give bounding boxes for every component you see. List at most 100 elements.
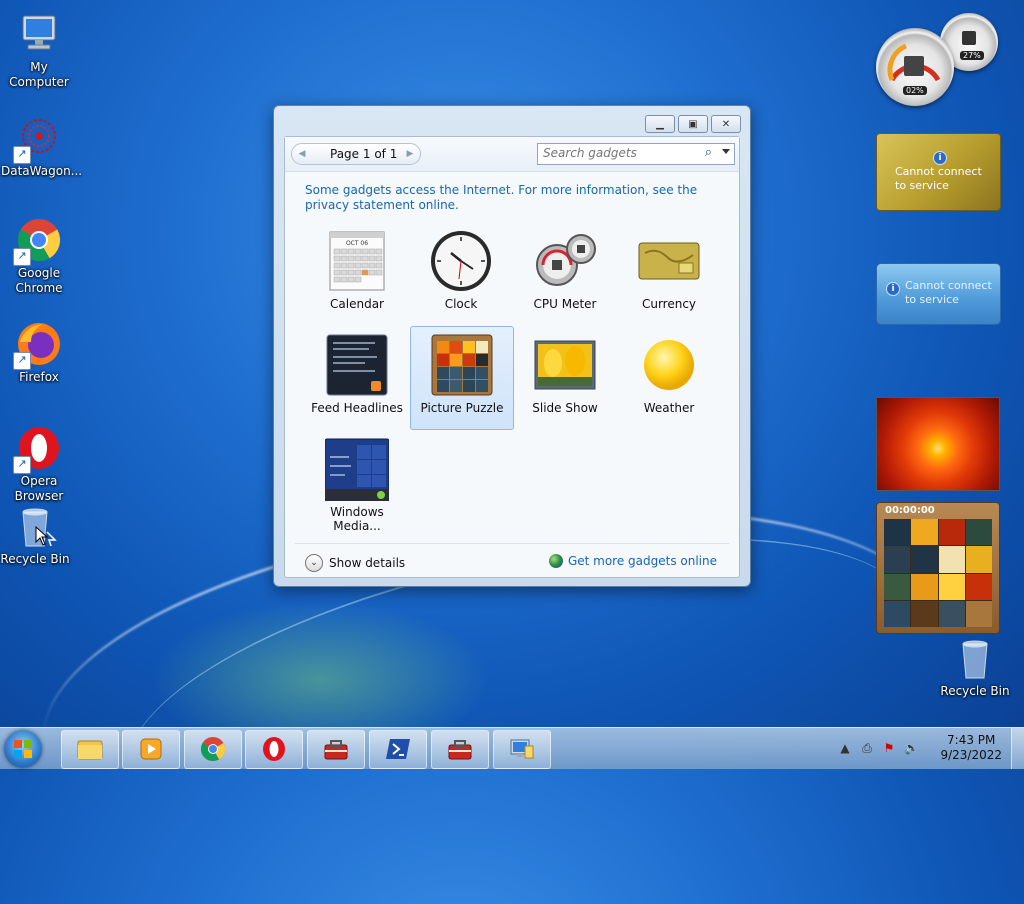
show-details-label: Show details	[329, 556, 406, 570]
weather-gadget[interactable]: i Cannot connect to service	[876, 263, 1001, 325]
gadget-name: Calendar	[330, 297, 384, 311]
remote-desktop-icon	[510, 739, 534, 759]
taskbar-opera[interactable]	[245, 730, 303, 769]
gadget-feed-headlines[interactable]: Feed Headlines	[306, 327, 408, 429]
gadget-windows-media[interactable]: Windows Media...	[306, 431, 408, 533]
restore-button[interactable]: ▣	[678, 115, 708, 133]
currency-status: Cannot connect to service	[895, 165, 982, 192]
chevron-down-icon: ⌄	[305, 554, 323, 572]
action-center-icon[interactable]: ⚑	[882, 741, 896, 755]
info-icon: i	[886, 282, 900, 296]
puzzle-tile[interactable]	[884, 600, 911, 627]
get-more-gadgets-link[interactable]: Get more gadgets online	[548, 554, 717, 568]
next-page-button[interactable]: ▶	[402, 146, 418, 162]
gadget-name: CPU Meter	[533, 297, 597, 311]
puzzle-tile[interactable]	[938, 573, 965, 600]
puzzle-tile[interactable]	[911, 519, 938, 546]
desktop-icon-label: Firefox	[19, 370, 59, 384]
system-tray: ▲ ⎙ ⚑ 🔈 7:43 PM 9/23/2022	[834, 728, 1024, 769]
show-hidden-icons-icon[interactable]: ▲	[838, 741, 852, 755]
prev-page-button[interactable]: ◀	[294, 146, 310, 162]
chrome-icon	[200, 737, 226, 762]
shortcut-arrow-icon: ↗	[13, 352, 31, 370]
gadget-name: Weather	[643, 401, 695, 415]
network-icon[interactable]: ⎙	[860, 741, 874, 755]
desktop-icon-google-chrome[interactable]: ↗ Google Chrome	[1, 216, 77, 296]
recycle-bin-icon	[951, 634, 999, 682]
puzzle-tile[interactable]	[884, 519, 911, 546]
taskbar-media-player[interactable]	[122, 730, 180, 769]
windows-logo-icon	[14, 740, 32, 758]
puzzle-tile[interactable]	[884, 546, 911, 573]
puzzle-tile[interactable]	[965, 519, 992, 546]
desktop-icon-label: Recycle Bin	[0, 552, 70, 566]
picture-puzzle-icon	[430, 333, 494, 397]
gadget-clock[interactable]: Clock	[410, 223, 512, 325]
puzzle-tile[interactable]	[911, 573, 938, 600]
shortcut-arrow-icon: ↗	[13, 146, 31, 164]
desktop-icon-label: Recycle Bin	[940, 684, 1010, 698]
desktop-icon-opera[interactable]: ↗ Opera Browser	[1, 424, 77, 504]
gadget-cpu-meter[interactable]: CPU Meter	[514, 223, 616, 325]
mouse-cursor-icon	[35, 526, 49, 546]
weather-icon	[637, 333, 701, 397]
taskbar-powershell[interactable]	[369, 730, 427, 769]
show-desktop-button[interactable]	[1011, 728, 1024, 769]
desktop-icon-firefox[interactable]: ↗ Firefox	[1, 320, 77, 385]
close-icon: ✕	[721, 118, 731, 130]
taskbar-explorer[interactable]	[61, 730, 119, 769]
slide-show-gadget[interactable]	[876, 397, 1000, 491]
puzzle-tile[interactable]	[938, 519, 965, 546]
taskbar-toolbox-1[interactable]	[307, 730, 365, 769]
windows-media-icon	[324, 437, 390, 502]
search-icon[interactable]: ⌕	[705, 145, 712, 160]
shortcut-arrow-icon: ↗	[13, 248, 31, 266]
puzzle-tile[interactable]	[965, 573, 992, 600]
start-button[interactable]	[4, 730, 42, 768]
gadget-name: Windows Media...	[330, 505, 384, 533]
puzzle-tile[interactable]	[938, 546, 965, 573]
desktop-icon-recycle-bin-right[interactable]: Recycle Bin	[937, 634, 1013, 699]
puzzle-tile[interactable]	[911, 600, 938, 627]
powershell-icon	[386, 739, 410, 759]
gadget-gallery-content: ◀ Page 1 of 1 ▶ ⌕ Some gadgets access th…	[284, 136, 740, 578]
firefox-icon: ↗	[13, 320, 63, 370]
page-navigator: ◀ Page 1 of 1 ▶	[291, 143, 421, 165]
puzzle-tile[interactable]	[965, 546, 992, 573]
currency-gadget[interactable]: i Cannot connect to service	[876, 133, 1001, 211]
close-button[interactable]: ✕	[711, 115, 741, 133]
toolbox-icon	[324, 740, 348, 760]
puzzle-tile[interactable]	[884, 573, 911, 600]
gadget-calendar[interactable]: OCT 06 Calendar	[306, 223, 408, 325]
chevron-down-icon[interactable]	[722, 149, 730, 154]
gadget-weather[interactable]: Weather	[618, 327, 720, 429]
clock[interactable]: 7:43 PM 9/23/2022	[940, 733, 1002, 763]
taskbar-toolbox-2[interactable]	[431, 730, 489, 769]
taskbar-chrome[interactable]	[184, 730, 242, 769]
puzzle-tile[interactable]	[938, 600, 965, 627]
memory-chip-icon	[962, 31, 976, 45]
taskbar-remote-desktop[interactable]	[493, 730, 551, 769]
gadget-picture-puzzle[interactable]: Picture Puzzle	[410, 326, 514, 430]
desktop-icon-my-computer[interactable]: My Computer	[1, 10, 77, 90]
picture-puzzle-gadget[interactable]: 00:00:00	[876, 502, 1000, 634]
clock-time: 7:43 PM	[947, 733, 996, 747]
privacy-notice-link[interactable]: Some gadgets access the Internet. For mo…	[305, 183, 725, 213]
opera-icon: ↗	[13, 424, 63, 474]
gadget-slide-show[interactable]: Slide Show	[514, 327, 616, 429]
minimize-button[interactable]: ▁	[645, 115, 675, 133]
puzzle-empty-tile[interactable]	[965, 600, 992, 627]
puzzle-tile[interactable]	[911, 546, 938, 573]
desktop-icon-datawagon[interactable]: ↗ DataWagon...	[1, 114, 82, 179]
page-label: Page 1 of 1	[330, 147, 398, 161]
slide-show-icon	[533, 333, 597, 397]
search-input[interactable]	[538, 144, 698, 162]
gadget-name: Feed Headlines	[311, 401, 403, 415]
clock-icon	[429, 229, 493, 293]
desktop-icon-label: My Computer	[9, 60, 69, 89]
volume-icon[interactable]: 🔈	[904, 741, 919, 755]
show-details-toggle[interactable]: ⌄ Show details	[305, 554, 405, 572]
cpu-meter-gadget[interactable]: 02%	[876, 28, 954, 106]
gadget-currency[interactable]: Currency	[618, 223, 720, 325]
gadget-name: Currency	[641, 297, 697, 311]
